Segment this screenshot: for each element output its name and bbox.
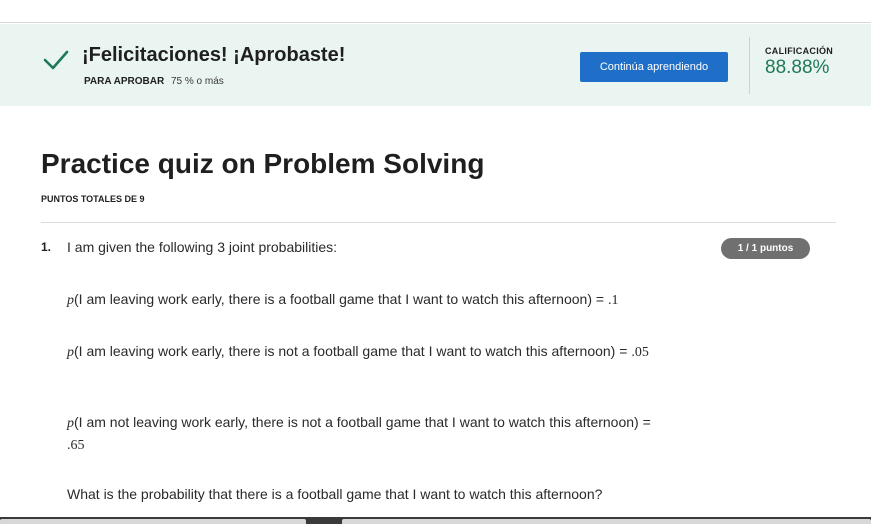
pass-value: 75 % o más xyxy=(170,76,224,87)
grade-label: CALIFICACIÓN xyxy=(765,46,834,56)
line-3-value: .65 xyxy=(67,438,85,453)
question-line-2: p(I am leaving work early, there is not … xyxy=(67,341,667,363)
prob-symbol: p xyxy=(67,416,74,431)
pass-label: PARA APROBAR xyxy=(84,76,165,87)
points-badge: 1 / 1 puntos xyxy=(721,238,810,259)
line-3-text: (I am not leaving work early, there is n… xyxy=(74,414,651,430)
total-points: PUNTOS TOTALES DE 9 xyxy=(41,194,145,204)
banner-title: ¡Felicitaciones! ¡Aprobaste! xyxy=(82,44,346,66)
bottom-scrollbar-left[interactable] xyxy=(0,519,306,524)
grade-value: 88.88% xyxy=(765,57,830,78)
line-1-value: .1 xyxy=(607,293,619,308)
page-title: Practice quiz on Problem Solving xyxy=(41,148,485,179)
continue-learning-button[interactable]: Continúa aprendiendo xyxy=(580,52,728,82)
question-number: 1. xyxy=(41,240,52,254)
line-2-text: (I am leaving work early, there is not a… xyxy=(74,343,632,359)
question-line-1: p(I am leaving work early, there is a fo… xyxy=(67,289,667,311)
section-divider xyxy=(41,222,836,223)
prob-symbol: p xyxy=(67,345,74,360)
question-line-3: p(I am not leaving work early, there is … xyxy=(67,412,667,456)
question-prompt: What is the probability that there is a … xyxy=(67,486,603,502)
line-2-value: .05 xyxy=(631,345,649,360)
grade-divider xyxy=(749,37,750,94)
pass-requirement: PARA APROBAR 75 % o más xyxy=(84,76,224,87)
line-1-text: (I am leaving work early, there is a foo… xyxy=(74,291,608,307)
question-intro: I am given the following 3 joint probabi… xyxy=(67,239,338,255)
check-icon xyxy=(43,50,69,70)
prob-symbol: p xyxy=(67,293,74,308)
top-strip xyxy=(0,0,871,23)
bottom-scrollbar-right[interactable] xyxy=(342,519,871,524)
